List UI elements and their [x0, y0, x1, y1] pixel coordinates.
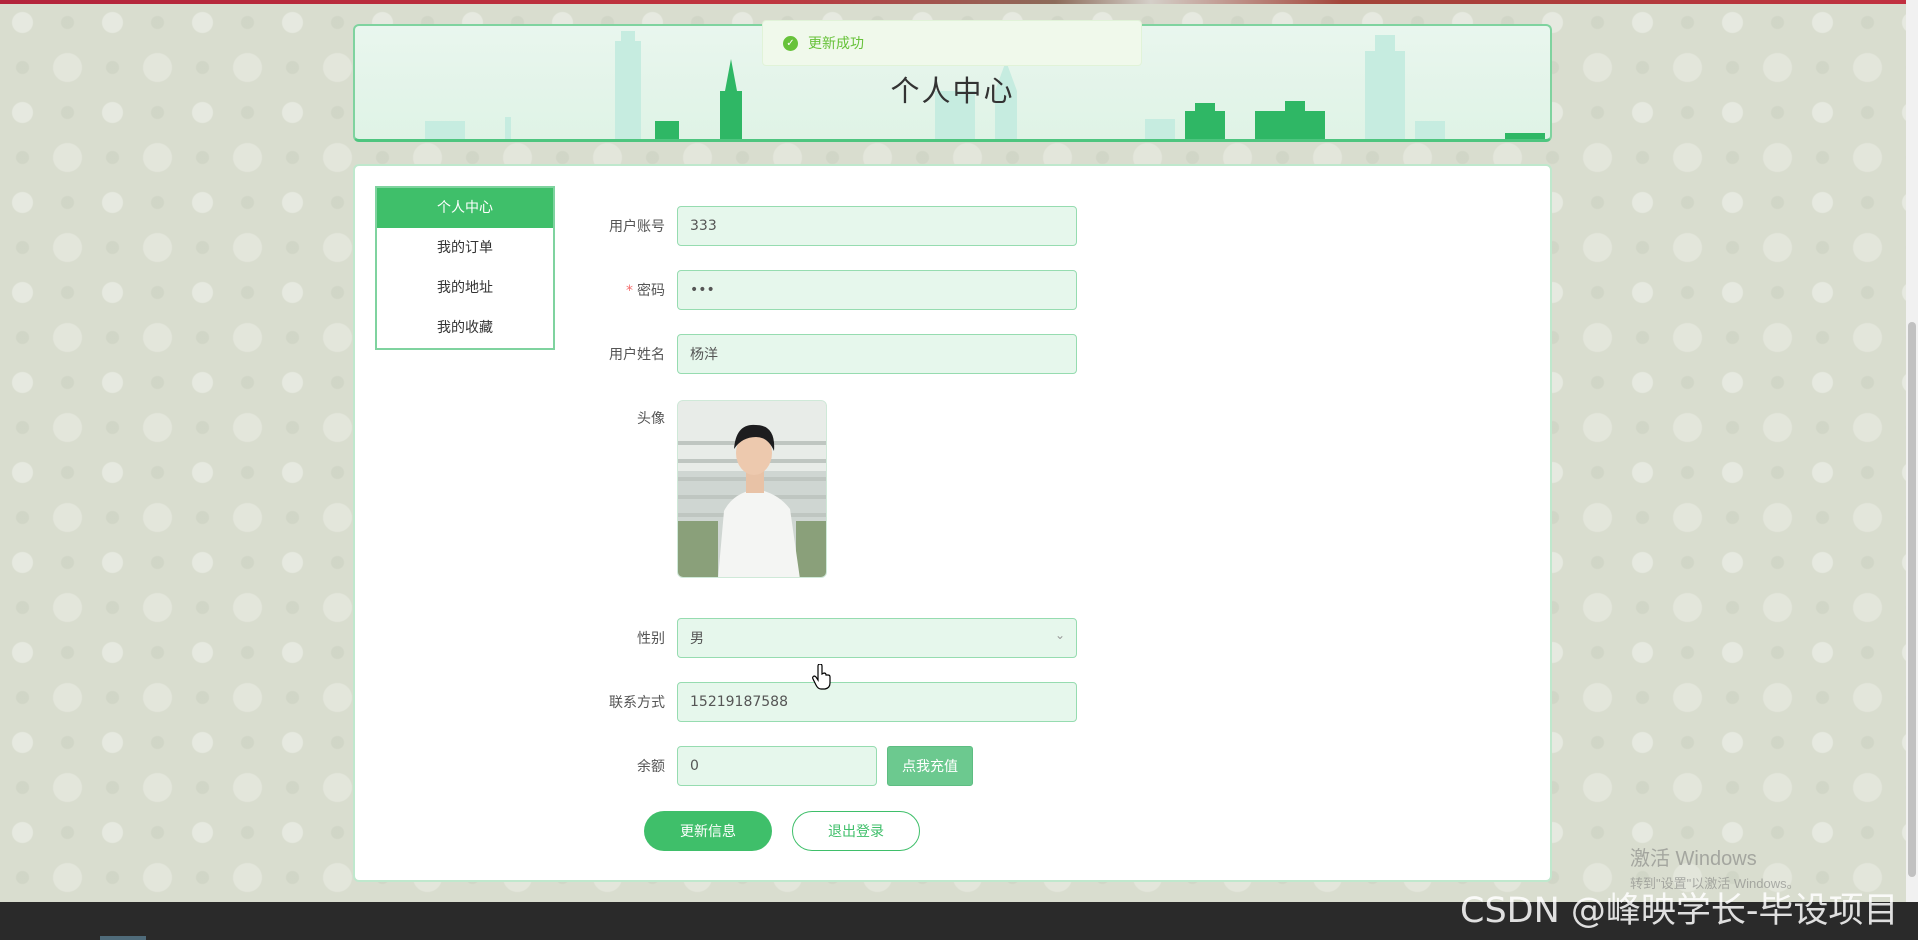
hand-pointer-icon — [812, 664, 831, 690]
sidebar-item-profile[interactable]: 个人中心 — [377, 188, 553, 228]
recharge-button[interactable]: 点我充值 — [887, 746, 973, 786]
update-info-button[interactable]: 更新信息 — [644, 811, 772, 851]
avatar-label: 头像 — [637, 411, 665, 427]
gender-row: 性别 ⌄ — [575, 618, 1077, 658]
check-circle-icon: ✓ — [783, 35, 798, 51]
scrollbar-thumb[interactable] — [1908, 322, 1916, 877]
account-input[interactable] — [677, 206, 1077, 246]
avatar-row: 头像 — [575, 398, 827, 578]
password-label: 密码 — [637, 283, 665, 299]
gender-select-value[interactable] — [677, 618, 1077, 658]
password-label-wrap: * 密码 — [575, 280, 677, 300]
logout-button[interactable]: 退出登录 — [792, 811, 920, 851]
top-decor-strip — [0, 0, 1918, 4]
password-input[interactable] — [677, 270, 1077, 310]
required-asterisk: * — [626, 283, 633, 299]
name-label: 用户姓名 — [609, 347, 665, 363]
name-input[interactable] — [677, 334, 1077, 374]
balance-label: 余额 — [637, 759, 665, 775]
footer-indicator — [100, 936, 146, 940]
windows-activate-title: 激活 Windows — [1630, 848, 1757, 870]
sidebar-item-orders[interactable]: 我的订单 — [377, 228, 553, 268]
success-toast: ✓ 更新成功 — [762, 20, 1142, 66]
chevron-down-icon: ⌄ — [1054, 628, 1065, 642]
page-title: 个人中心 — [890, 74, 1015, 108]
account-row: 用户账号 — [575, 206, 1077, 246]
gender-select[interactable]: ⌄ — [677, 618, 1077, 658]
sidebar-item-favorites[interactable]: 我的收藏 — [377, 308, 553, 348]
side-menu: 个人中心 我的订单 我的地址 我的收藏 — [375, 186, 555, 350]
toast-message: 更新成功 — [808, 36, 864, 52]
avatar-image[interactable] — [677, 400, 827, 578]
csdn-watermark: CSDN @峰映学长-毕设项目 — [1460, 891, 1899, 931]
password-row: * 密码 — [575, 270, 1077, 310]
phone-input[interactable] — [677, 682, 1077, 722]
profile-card: 个人中心 我的订单 我的地址 我的收藏 用户账号 *密码 用户姓名 头像 — [353, 164, 1552, 882]
balance-input[interactable] — [677, 746, 877, 786]
avatar-photo — [678, 401, 826, 577]
gender-label: 性别 — [637, 631, 665, 647]
account-label: 用户账号 — [609, 219, 665, 235]
balance-row: 余额 点我充值 — [575, 746, 973, 786]
name-row: 用户姓名 — [575, 334, 1077, 374]
phone-label: 联系方式 — [609, 695, 665, 711]
sidebar-item-addresses[interactable]: 我的地址 — [377, 268, 553, 308]
